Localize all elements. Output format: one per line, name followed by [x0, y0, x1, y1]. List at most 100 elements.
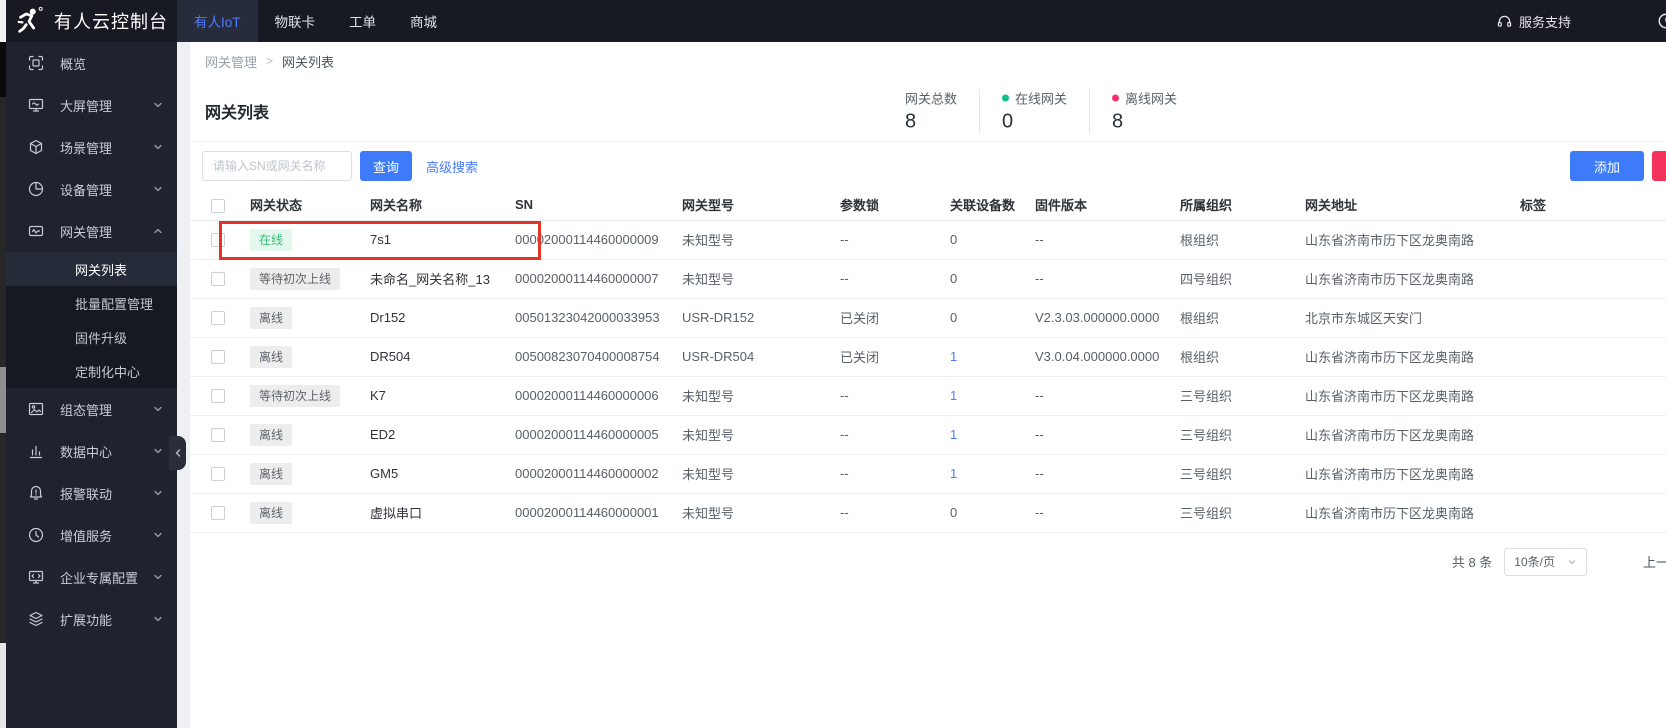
- row-checkbox-cell: [190, 220, 240, 260]
- cell-param-lock: 已关闭: [830, 298, 930, 338]
- topbar-tab[interactable]: 有人IoT: [177, 0, 258, 42]
- topbar-tab[interactable]: 物联卡: [263, 0, 328, 42]
- device-count-link[interactable]: 1: [950, 388, 957, 403]
- column-header: SN: [505, 190, 672, 221]
- row-checkbox[interactable]: [211, 272, 225, 287]
- sidebar-collapse-handle[interactable]: [169, 436, 186, 470]
- support-link[interactable]: 服务支持: [1497, 12, 1571, 31]
- cell-name: K7: [360, 376, 505, 416]
- table-row: 等待初次上线 K7 00002000114460000006 未知型号 -- 1 -- 三号组…: [190, 376, 1666, 416]
- sidebar-item-label: 概览: [60, 56, 87, 72]
- sidebar-subitem[interactable]: 批量配置管理: [0, 286, 177, 320]
- header-checkbox[interactable]: [211, 198, 225, 213]
- cell-firmware: --: [1025, 454, 1170, 494]
- cell-status: 离线: [240, 337, 360, 377]
- cell-tag: [1510, 298, 1666, 338]
- logo-running-person-icon: [14, 6, 44, 36]
- query-button[interactable]: 查询: [360, 151, 412, 181]
- device-count-link[interactable]: 1: [950, 466, 957, 481]
- chevron-up-icon: [153, 226, 163, 236]
- sidebar-subitem[interactable]: 定制化中心: [0, 354, 177, 388]
- row-checkbox-cell: [190, 415, 240, 455]
- sidebar-subitem[interactable]: 固件升级: [0, 320, 177, 354]
- device-count-link[interactable]: 1: [950, 427, 957, 442]
- add-button[interactable]: 添加: [1570, 151, 1644, 181]
- row-checkbox[interactable]: [211, 350, 225, 365]
- search-input[interactable]: [202, 151, 352, 181]
- sidebar-item-label: 企业专属配置: [60, 570, 139, 586]
- sidebar-item[interactable]: 网关管理: [0, 210, 177, 252]
- sidebar-item[interactable]: 大屏管理: [0, 84, 177, 126]
- sidebar-item[interactable]: 报警联动: [0, 472, 177, 514]
- app-title: 有人云控制台: [54, 12, 168, 32]
- sidebar-item-label: 组态管理: [60, 402, 113, 418]
- notification-icon[interactable]: [1657, 12, 1666, 30]
- table-row: 离线 虚拟串口 00002000114460000001 未知型号 -- 0 -- 三号组织山…: [190, 493, 1666, 533]
- cell-param-lock: --: [830, 376, 930, 416]
- gateway-table: 网关状态 网关名称 SN 网关型号 参数锁 关联设备数 固件版本 所属组织 网关地址 标签 在线 7…: [190, 190, 1666, 533]
- logo[interactable]: 有人云控制台: [0, 0, 177, 42]
- cell-tag: [1510, 259, 1666, 299]
- chevron-down-icon: [153, 100, 163, 110]
- breadcrumb-parent[interactable]: 网关管理: [205, 52, 257, 71]
- row-checkbox[interactable]: [211, 389, 225, 404]
- topbar-tab[interactable]: 商城: [398, 0, 449, 42]
- status-badge: 离线: [250, 501, 293, 524]
- danger-action-button[interactable]: [1652, 151, 1666, 181]
- page-header: 网关列表 网关总数 8 在线网关 0 离线网关 8: [190, 80, 1666, 142]
- stat-label: 网关总数: [905, 88, 957, 107]
- cell-name: 虚拟串口: [360, 493, 505, 533]
- sidebar-item[interactable]: 数据中心: [0, 430, 177, 472]
- advanced-search-link[interactable]: 高级搜索: [426, 157, 478, 176]
- row-checkbox[interactable]: [211, 506, 225, 521]
- column-header: 固件版本: [1025, 190, 1170, 221]
- stat-label: 离线网关: [1112, 88, 1177, 107]
- row-checkbox[interactable]: [211, 467, 225, 482]
- chevron-down-icon: [153, 572, 163, 582]
- sidebar-item[interactable]: 场景管理: [0, 126, 177, 168]
- topbar-tab[interactable]: 工单: [337, 0, 388, 42]
- row-checkbox[interactable]: [211, 233, 225, 248]
- table-body: 在线 7s1 00002000114460000009 未知型号 -- 0 -- 根组织 山东省…: [190, 220, 1666, 533]
- cell-firmware: --: [1025, 220, 1170, 260]
- cell-tag: [1510, 220, 1666, 260]
- cell-model: USR-DR152: [672, 298, 830, 338]
- status-badge: 等待初次上线: [250, 384, 341, 407]
- sidebar-subitem[interactable]: 网关列表: [0, 252, 177, 286]
- sidebar-item-label: 增值服务: [60, 528, 113, 544]
- breadcrumb-current: 网关列表: [282, 54, 335, 70]
- row-checkbox[interactable]: [211, 428, 225, 443]
- chevron-down-icon: [153, 530, 163, 540]
- sidebar-item[interactable]: 增值服务: [0, 514, 177, 556]
- sidebar-item[interactable]: 组态管理: [0, 388, 177, 430]
- sidebar-item[interactable]: 概览: [0, 42, 177, 84]
- cell-sn: 00002000114460000009: [505, 220, 672, 260]
- previous-page-button[interactable]: 上一页: [1643, 552, 1666, 571]
- table-header-row: 网关状态 网关名称 SN 网关型号 参数锁 关联设备数 固件版本 所属组织 网关地址 标签: [190, 190, 1666, 221]
- row-checkbox-cell: [190, 298, 240, 338]
- device-count: 0: [950, 271, 958, 286]
- sidebar-item[interactable]: 设备管理: [0, 168, 177, 210]
- cell-firmware: --: [1025, 493, 1170, 533]
- cell-status: 等待初次上线: [240, 376, 360, 416]
- cell-model: 未知型号: [672, 493, 830, 533]
- sidebar-item[interactable]: 企业专属配置: [0, 556, 177, 598]
- sidebar-item[interactable]: 扩展功能: [0, 598, 177, 640]
- device-count-link[interactable]: 1: [950, 349, 957, 364]
- row-checkbox[interactable]: [211, 311, 225, 326]
- cell-sn: 00002000114460000007: [505, 259, 672, 299]
- breadcrumb-separator: >: [266, 54, 274, 68]
- support-label: 服务支持: [1518, 14, 1571, 30]
- page-size-select[interactable]: 10条/页: [1504, 547, 1587, 576]
- sidebar-item-label: 扩展功能: [60, 612, 113, 628]
- cell-param-lock: --: [830, 259, 930, 299]
- main-area: 网关管理 > 网关列表 网关列表 网关总数8在线网关0离线网关8 查询 高级搜索…: [177, 42, 1666, 728]
- sidebar-item-label: 网关管理: [60, 224, 113, 240]
- row-checkbox-cell: [190, 259, 240, 299]
- scene-icon: [28, 139, 44, 155]
- cell-tag: [1510, 337, 1666, 377]
- cell-param-lock: --: [830, 220, 930, 260]
- cell-tag: [1510, 376, 1666, 416]
- cell-name: Dr152: [360, 298, 505, 338]
- stat-group: 网关总数 8: [905, 88, 979, 133]
